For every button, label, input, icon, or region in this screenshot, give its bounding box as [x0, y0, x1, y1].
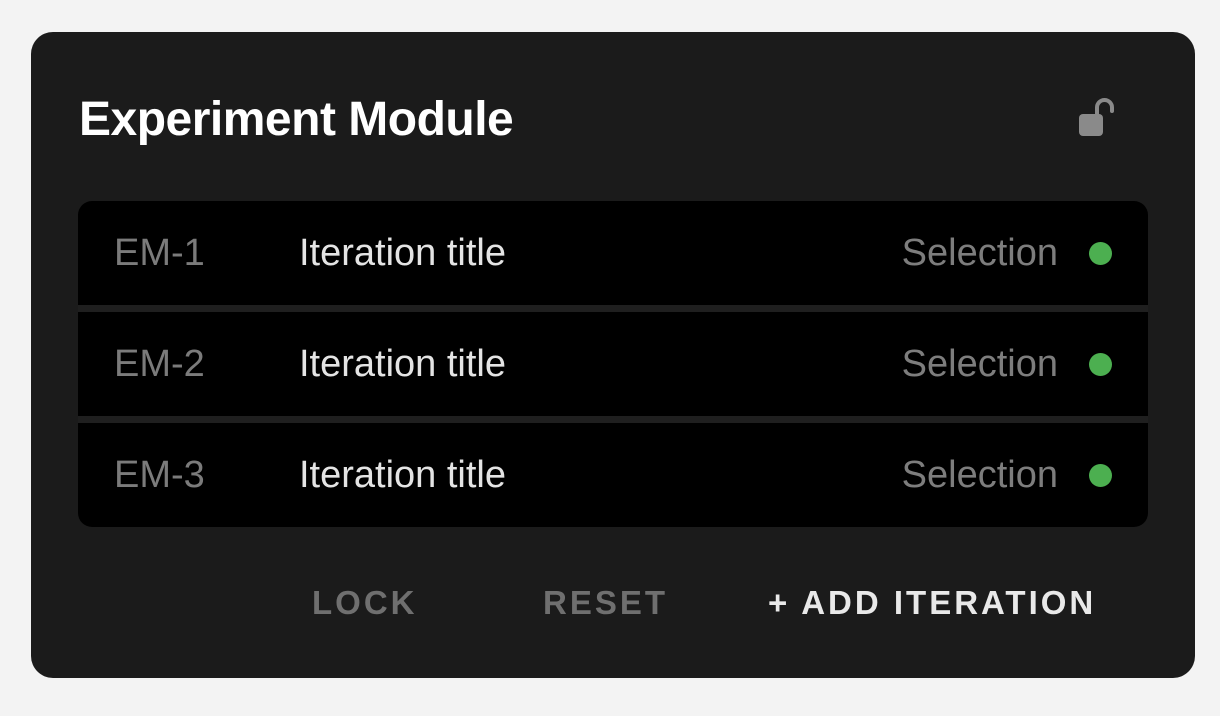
iteration-title: Iteration title [299, 454, 506, 496]
iteration-selection: Selection [901, 232, 1058, 274]
reset-button[interactable]: RESET [543, 578, 668, 628]
iteration-id: EM-2 [114, 343, 205, 385]
module-title: Experiment Module [79, 93, 514, 146]
experiment-module-card: Experiment Module EM-1 Iteration title S… [31, 32, 1195, 678]
lock-button[interactable]: LOCK [312, 578, 418, 628]
iteration-title: Iteration title [299, 343, 506, 385]
status-dot-icon [1089, 353, 1112, 376]
status-dot-icon [1089, 464, 1112, 487]
iteration-id: EM-1 [114, 232, 205, 274]
iteration-list: EM-1 Iteration title Selection EM-2 Iter… [78, 201, 1148, 527]
add-iteration-button[interactable]: + ADD ITERATION [768, 578, 1096, 628]
iteration-row[interactable]: EM-2 Iteration title Selection [78, 312, 1148, 416]
lock-toggle-button[interactable] [1071, 92, 1123, 144]
iteration-selection: Selection [901, 343, 1058, 385]
iteration-row[interactable]: EM-3 Iteration title Selection [78, 423, 1148, 527]
iteration-id: EM-3 [114, 454, 205, 496]
iteration-title: Iteration title [299, 232, 506, 274]
iteration-row[interactable]: EM-1 Iteration title Selection [78, 201, 1148, 305]
status-dot-icon [1089, 242, 1112, 265]
iteration-selection: Selection [901, 454, 1058, 496]
unlocked-padlock-icon [1079, 98, 1114, 136]
